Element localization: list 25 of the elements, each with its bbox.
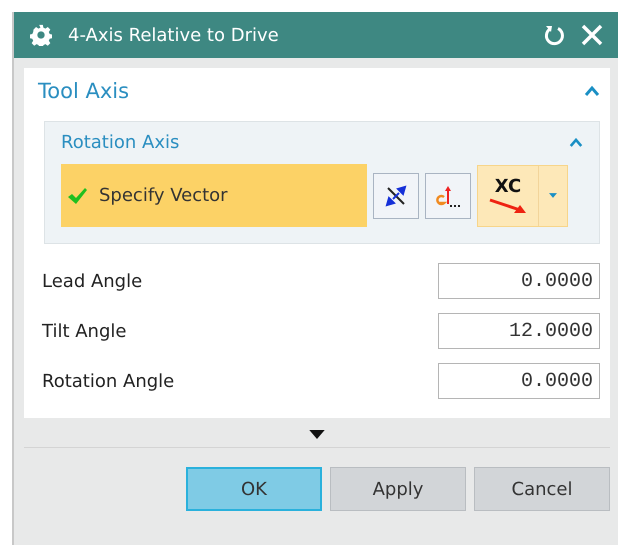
- reverse-arrows-icon: [384, 184, 408, 208]
- field-label: Lead Angle: [41, 270, 142, 292]
- expand-icon[interactable]: [309, 430, 325, 439]
- chevron-icon[interactable]: [584, 85, 600, 97]
- vector-type-dropdown[interactable]: XC: [477, 164, 568, 226]
- caret-icon: [549, 193, 557, 198]
- dialog-button[interactable]: Cancel: [474, 467, 610, 511]
- field-label: Tilt Angle: [41, 320, 126, 342]
- vector-axis-icon: [435, 184, 461, 208]
- dialog-button[interactable]: Apply: [330, 467, 466, 511]
- vector-dialog-button[interactable]: [425, 172, 471, 218]
- angle-input[interactable]: 0.0000: [438, 263, 600, 299]
- chevron-icon[interactable]: [569, 136, 583, 148]
- specify-vector-button[interactable]: Specify Vector: [61, 164, 367, 227]
- angle-input[interactable]: 12.0000: [438, 313, 600, 349]
- arrow-icon: [488, 197, 528, 215]
- section-title[interactable]: Tool Axis: [38, 79, 130, 103]
- close-icon[interactable]: [580, 23, 604, 47]
- reset-icon[interactable]: [542, 23, 566, 47]
- gear-icon[interactable]: [30, 24, 52, 46]
- window-title: 4-Axis Relative to Drive: [68, 24, 280, 46]
- angle-input[interactable]: 0.0000: [438, 363, 600, 399]
- dialog-button[interactable]: OK: [186, 467, 322, 511]
- reverse-direction-button[interactable]: [373, 172, 419, 218]
- field-label: Rotation Angle: [41, 370, 174, 392]
